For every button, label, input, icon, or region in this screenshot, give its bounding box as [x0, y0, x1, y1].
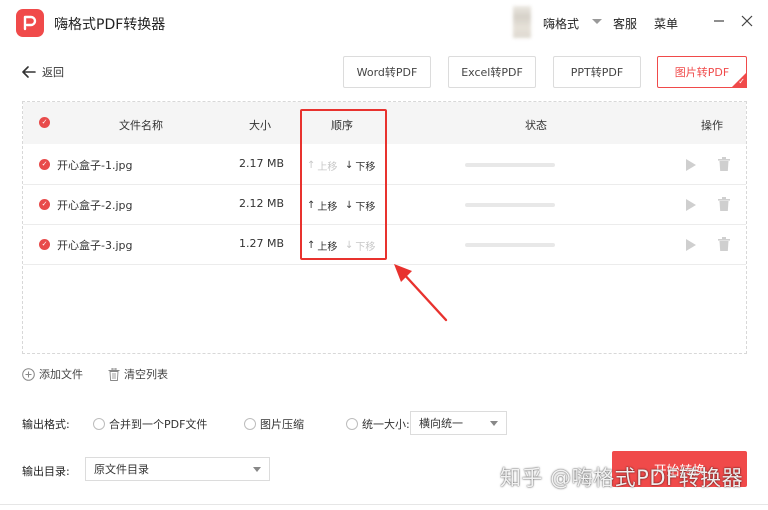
arrow-left-icon [22, 66, 36, 78]
avatar[interactable] [513, 6, 531, 38]
play-icon [686, 239, 696, 251]
select-value: 横向统一 [419, 417, 463, 430]
minimize-icon[interactable] [710, 12, 728, 30]
file-size: 2.12 MB [239, 197, 285, 210]
radio-unify-size[interactable]: 统一大小: [346, 416, 410, 432]
app-logo-icon [16, 9, 44, 37]
file-name: 开心盒子-2.jpg [57, 199, 133, 212]
add-file-button[interactable]: 添加文件 [22, 366, 83, 382]
play-button[interactable] [685, 158, 697, 172]
tab-label: Word转PDF [356, 66, 418, 79]
select-value: 原文件目录 [94, 463, 149, 476]
file-name: 开心盒子-3.jpg [57, 239, 133, 252]
trash-icon [718, 157, 730, 171]
tab-word-to-pdf[interactable]: Word转PDF [343, 56, 431, 88]
radio-circle [93, 418, 105, 430]
select-all-checkbox[interactable]: ✓ [39, 117, 50, 128]
radio-label: 统一大小: [362, 418, 410, 431]
tab-label: 图片转PDF [674, 66, 730, 79]
output-dir-label: 输出目录: [22, 465, 70, 478]
trash-icon [718, 237, 730, 251]
trash-icon [718, 197, 730, 211]
add-file-label: 添加文件 [39, 368, 83, 381]
row-checkbox[interactable]: ✓ [39, 199, 50, 210]
radio-label: 合并到一个PDF文件 [109, 418, 208, 431]
close-icon[interactable] [738, 12, 756, 30]
chevron-down-icon [490, 421, 498, 426]
back-label: 返回 [42, 66, 64, 79]
row-checkbox[interactable]: ✓ [39, 159, 50, 170]
unify-size-select[interactable]: 横向统一 [410, 411, 507, 435]
status-progress-bar [465, 163, 555, 167]
divider [0, 504, 768, 505]
trash-icon [108, 367, 120, 381]
file-name: 开心盒子-1.jpg [57, 159, 133, 172]
header-file-name: 文件名称 [119, 119, 163, 132]
status-progress-bar [465, 243, 555, 247]
radio-merge-pdf[interactable]: 合并到一个PDF文件 [93, 416, 207, 432]
file-size: 1.27 MB [239, 237, 285, 250]
header-actions: 操作 [701, 119, 723, 132]
check-icon: ✓ [39, 159, 50, 170]
radio-image-compress[interactable]: 图片压缩 [244, 416, 304, 432]
add-circle-icon [22, 367, 35, 381]
radio-circle [244, 418, 256, 430]
tab-label: Excel转PDF [461, 66, 523, 79]
user-dropdown-icon[interactable] [592, 19, 602, 24]
delete-button[interactable] [718, 197, 730, 211]
play-button[interactable] [685, 198, 697, 212]
clear-list-label: 清空列表 [124, 368, 168, 381]
check-icon: ✓ [738, 77, 745, 86]
chevron-down-icon [253, 467, 261, 472]
tab-ppt-to-pdf[interactable]: PPT转PDF [553, 56, 641, 88]
tab-image-to-pdf[interactable]: 图片转PDF ✓ [657, 56, 747, 88]
delete-button[interactable] [718, 157, 730, 171]
header-size: 大小 [249, 119, 271, 132]
check-icon: ✓ [39, 239, 50, 250]
user-name[interactable]: 嗨格式 [543, 15, 579, 32]
clear-list-button[interactable]: 清空列表 [108, 366, 168, 382]
radio-circle [346, 418, 358, 430]
radio-label: 图片压缩 [260, 418, 304, 431]
title-bar: 嗨格式PDF转换器 嗨格式 客服 菜单 [0, 0, 768, 46]
menu-link[interactable]: 菜单 [654, 15, 678, 32]
annotation-arrow [394, 264, 448, 322]
check-icon: ✓ [39, 117, 50, 128]
customer-service-link[interactable]: 客服 [613, 15, 637, 32]
play-icon [686, 199, 696, 211]
tab-excel-to-pdf[interactable]: Excel转PDF [448, 56, 536, 88]
status-progress-bar [465, 203, 555, 207]
order-column-highlight [300, 109, 387, 260]
watermark-text: 知乎 @嗨格式PDF转换器 [500, 466, 744, 490]
header-status: 状态 [525, 119, 547, 132]
check-icon: ✓ [39, 199, 50, 210]
tab-label: PPT转PDF [570, 66, 624, 79]
app-title: 嗨格式PDF转换器 [54, 17, 166, 33]
play-icon [686, 159, 696, 171]
play-button[interactable] [685, 238, 697, 252]
back-button[interactable]: 返回 [22, 64, 64, 80]
row-checkbox[interactable]: ✓ [39, 239, 50, 250]
output-dir-select[interactable]: 原文件目录 [85, 457, 270, 481]
delete-button[interactable] [718, 237, 730, 251]
file-size: 2.17 MB [239, 157, 285, 170]
output-format-label: 输出格式: [22, 418, 70, 431]
